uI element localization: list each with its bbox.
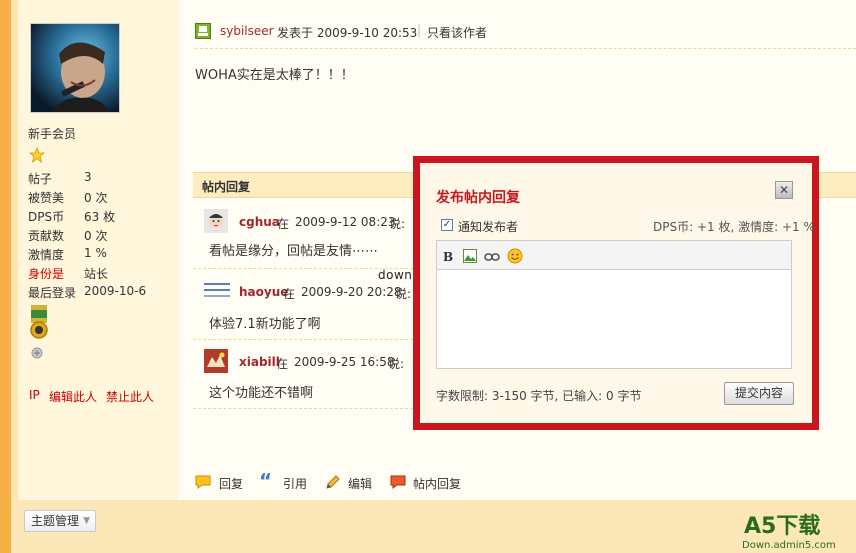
submit-button[interactable]: 提交内容 bbox=[724, 382, 794, 405]
notify-label: 通知发布者 bbox=[458, 220, 519, 234]
a5-logo: A5下载 bbox=[744, 514, 821, 539]
inner-reply-icon bbox=[389, 474, 407, 493]
reply-said: 说: bbox=[388, 357, 405, 371]
topic-manage-dropdown[interactable]: 主题管理 ▼ bbox=[24, 510, 96, 532]
reply-dialog-body: 发布帖内回复 ✕ ✓ 通知发布者 DPS币: +1 枚, 激情度: +1 % B… bbox=[420, 163, 815, 423]
reply-text: 看帖是缘分，回帖是友情⋯⋯ bbox=[209, 244, 379, 259]
reply-avatar-cghua[interactable] bbox=[204, 209, 228, 236]
stat-dps-coins: DPS币 63 枚 bbox=[28, 210, 116, 224]
reply-avatar-haoyue[interactable] bbox=[204, 280, 230, 303]
ban-user-link[interactable]: 禁止此人 bbox=[106, 388, 154, 405]
post-time: 发表于 2009-9-10 20:53 bbox=[277, 26, 418, 40]
reply-dialog: 发布帖内回复 ✕ ✓ 通知发布者 DPS币: +1 枚, 激情度: +1 % B… bbox=[413, 156, 819, 430]
reply-text: 体验7.1新功能了啊 bbox=[209, 317, 321, 332]
avatar[interactable] bbox=[30, 23, 120, 113]
reply-text: 这个功能还不错啊 bbox=[209, 386, 314, 401]
reply-user[interactable]: cghua bbox=[239, 215, 280, 229]
stat-posts: 帖子 3 bbox=[28, 170, 92, 186]
close-icon[interactable]: ✕ bbox=[775, 181, 793, 199]
post-author[interactable]: sybilseer bbox=[220, 24, 274, 38]
reply-time: 2009-9-25 16:58 bbox=[294, 355, 395, 369]
reply-time: 2009-9-20 20:28 bbox=[301, 285, 402, 299]
reply-time: 2009-9-12 08:23 bbox=[295, 215, 396, 229]
link-icon[interactable] bbox=[484, 251, 500, 265]
notify-checkbox[interactable]: ✓ bbox=[441, 219, 453, 231]
inner-reply-button[interactable]: 帖内回复 bbox=[413, 475, 461, 492]
a5-logo-sub: Down.admin5.com bbox=[742, 540, 836, 551]
stat-last-login: 最后登录 2009-10-6 bbox=[28, 284, 147, 300]
rank-star-icon bbox=[28, 146, 46, 166]
post-content: WOHA实在是太棒了！！！ bbox=[195, 68, 354, 83]
smiley-icon[interactable] bbox=[507, 248, 523, 267]
stat-praised: 被赞美 0 次 bbox=[28, 191, 108, 205]
reply-said: 说: bbox=[389, 217, 406, 231]
stat-identity: 身份是 站长 bbox=[28, 267, 109, 281]
reply-said: 说: bbox=[395, 287, 412, 301]
reply-icon bbox=[194, 474, 212, 493]
chevron-down-icon: ▼ bbox=[83, 516, 90, 526]
dialog-title: 发布帖内回复 bbox=[436, 190, 520, 206]
edit-user-link[interactable]: 编辑此人 bbox=[49, 388, 97, 405]
online-status-icon bbox=[30, 346, 44, 363]
image-icon[interactable] bbox=[463, 249, 477, 266]
reply-user[interactable]: xiabill bbox=[239, 355, 280, 369]
reward-info: DPS币: +1 枚, 激情度: +1 % bbox=[653, 220, 815, 234]
reply-avatar-xiabill[interactable] bbox=[204, 349, 228, 376]
reply-divider bbox=[193, 408, 413, 409]
edit-button[interactable]: 编辑 bbox=[348, 475, 372, 492]
only-author-link[interactable]: 只看该作者 bbox=[427, 24, 487, 41]
reply-at: 在 bbox=[283, 287, 296, 301]
reply-user[interactable]: haoyue bbox=[239, 285, 288, 299]
user-rank: 新手会员 bbox=[28, 127, 77, 141]
replies-title: 帖内回复 bbox=[202, 180, 251, 194]
reply-at: 在 bbox=[276, 357, 289, 371]
ip-link[interactable]: IP bbox=[29, 388, 40, 402]
medal-icon bbox=[28, 305, 50, 342]
reply-at: 在 bbox=[277, 217, 290, 231]
header-divider bbox=[195, 48, 856, 49]
post-icon bbox=[195, 23, 211, 42]
footer-bar bbox=[11, 500, 856, 553]
stat-passion: 激情度 1 % bbox=[28, 246, 107, 262]
quote-button[interactable]: 引用 bbox=[283, 475, 307, 492]
topic-manage-label: 主题管理 bbox=[31, 514, 80, 528]
reply-divider bbox=[193, 339, 413, 340]
reply-button[interactable]: 回复 bbox=[219, 475, 243, 492]
left-accent-bar-inner bbox=[11, 0, 18, 553]
quote-icon: “ bbox=[259, 469, 273, 493]
bold-icon[interactable]: B bbox=[443, 250, 453, 264]
pencil-icon bbox=[325, 474, 341, 493]
char-limit-info: 字数限制: 3-150 字节, 已输入: 0 字节 bbox=[436, 389, 642, 403]
stat-contribution: 贡献数 0 次 bbox=[28, 229, 108, 243]
header-separator: | bbox=[417, 23, 422, 37]
reply-textarea[interactable] bbox=[436, 269, 792, 369]
left-accent-bar bbox=[0, 0, 11, 553]
